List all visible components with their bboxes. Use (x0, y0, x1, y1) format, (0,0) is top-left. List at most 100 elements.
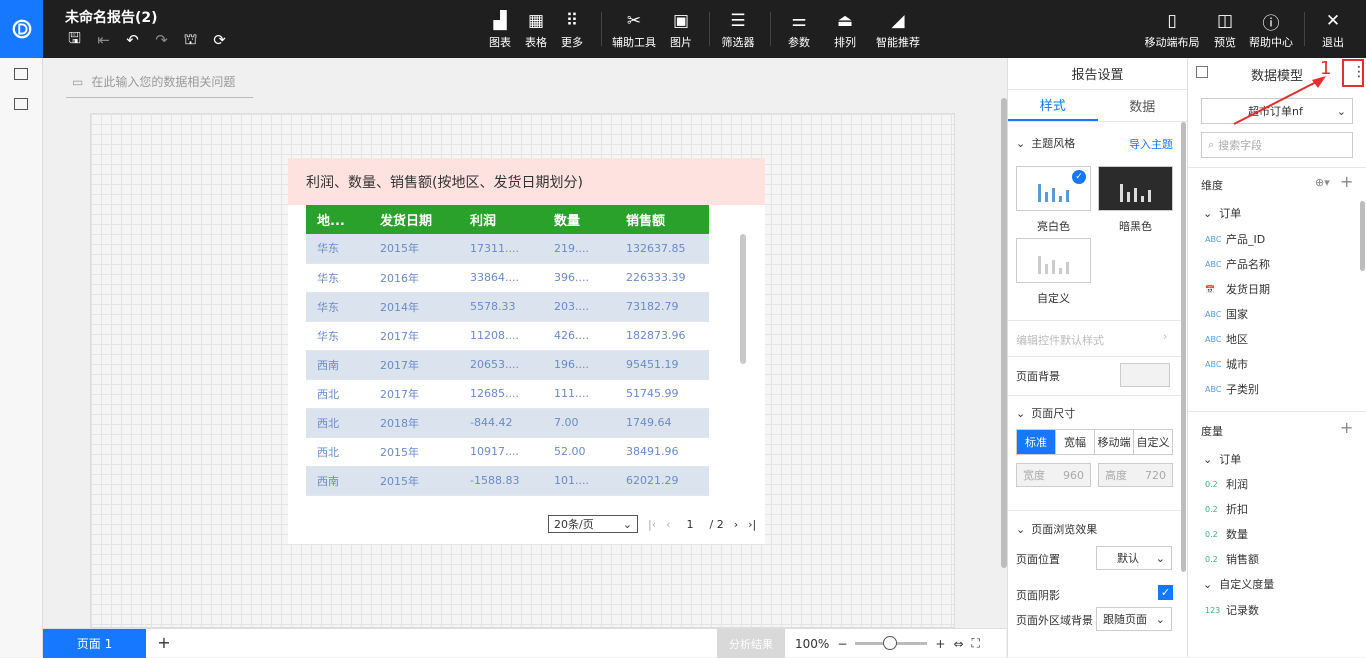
size-mobile[interactable]: 移动端 (1095, 430, 1134, 454)
table-row[interactable]: 西南 2017年 20653.... 196.... 95451.19 (306, 350, 709, 380)
column-header[interactable]: 发货日期 (369, 205, 459, 234)
page-shadow-checkbox[interactable]: ✓ (1158, 585, 1173, 600)
refresh-icon[interactable]: ⟳ (208, 30, 231, 50)
custom-measure-group[interactable]: ⌄ 自定义度量 (1203, 576, 1274, 592)
format-brush-icon[interactable]: ⛫ (179, 30, 202, 50)
outer-bg-select[interactable]: 跟随页面 ⌄ (1096, 607, 1172, 631)
table-row[interactable]: 西北 2015年 10917.... 52.00 38491.96 (306, 437, 709, 467)
table-scrollbar[interactable] (740, 234, 746, 364)
toolbar-more[interactable]: ⠿ 更多 (550, 10, 594, 50)
field-item[interactable]: 0.2 折扣 (1205, 501, 1248, 517)
width-input[interactable]: 宽度 960 (1016, 463, 1091, 487)
collapse-panel-icon[interactable] (14, 68, 28, 80)
page-size-select[interactable]: 20条/页 ⌄ (548, 515, 638, 533)
first-page-icon[interactable]: |‹ (648, 518, 656, 531)
field-item[interactable]: ABC 国家 (1205, 306, 1248, 322)
zoom-controls: 100% − + ⇔ ⛶ (795, 629, 980, 658)
browse-effect-section-header[interactable]: ⌄ 页面浏览效果 (1016, 521, 1097, 537)
add-page-button[interactable]: + (155, 633, 173, 652)
field-item[interactable]: ABC 城市 (1205, 356, 1248, 372)
add-dimension-icon[interactable]: + (1340, 172, 1353, 191)
import-theme-link[interactable]: 导入主题 (1129, 136, 1173, 152)
toolbar-image[interactable]: ▣ 图片 (659, 10, 703, 50)
zoom-slider[interactable] (855, 636, 928, 650)
size-custom[interactable]: 自定义 (1134, 430, 1172, 454)
analysis-result-button[interactable]: 分析结果 (717, 629, 785, 658)
table-row[interactable]: 华东 2015年 17311.... 219.... 132637.85 (306, 234, 709, 264)
tab-style[interactable]: 样式 (1008, 90, 1098, 121)
column-header[interactable]: 利润 (459, 205, 543, 234)
field-item[interactable]: 0.2 销售额 (1205, 551, 1259, 567)
ask-data-input[interactable]: ▭ 在此输入您的数据相关问题 (66, 66, 253, 98)
column-header[interactable]: 销售额 (615, 205, 709, 234)
table-row[interactable]: 华东 2017年 11208.... 426.... 182873.96 (306, 321, 709, 351)
next-page-icon[interactable]: › (734, 518, 738, 531)
dimension-group[interactable]: ⌄ 订单 (1203, 205, 1241, 221)
field-item[interactable]: ABC 子类别 (1205, 381, 1259, 397)
tab-data[interactable]: 数据 (1098, 90, 1188, 121)
toolbar-arrange[interactable]: ⏏ 排列 (823, 10, 867, 50)
table-row[interactable]: 西北 2018年 -844.42 7.00 1749.64 (306, 408, 709, 438)
table-row[interactable]: 西北 2017年 12685.... 111.... 51745.99 (306, 379, 709, 409)
size-standard[interactable]: 标准 (1017, 430, 1056, 454)
field-item[interactable]: ABC 产品_ID (1205, 231, 1265, 247)
field-item[interactable]: 📅 发货日期 (1205, 281, 1270, 297)
redo-icon[interactable]: ↷ (150, 30, 173, 50)
field-item[interactable]: ABC 地区 (1205, 331, 1248, 347)
theme-custom[interactable] (1016, 238, 1091, 283)
toolbar-mobile-layout[interactable]: ▯ 移动端布局 (1145, 10, 1200, 50)
toolbar-exit[interactable]: ✕ 退出 (1311, 10, 1355, 50)
prev-page-icon[interactable]: ‹ (666, 518, 670, 531)
toolbar-aux-tools[interactable]: ✂ 辅助工具 (612, 10, 656, 50)
fit-width-icon[interactable]: ⇔ (953, 637, 963, 651)
model-scrollbar[interactable] (1360, 201, 1365, 271)
undo-icon[interactable]: ↶ (121, 30, 144, 50)
save-icon[interactable]: 🖫 (63, 29, 86, 50)
toolbar-preview[interactable]: ◫ 预览 (1203, 10, 1247, 50)
back-icon[interactable]: ⇤ (92, 30, 115, 50)
add-measure-icon[interactable]: + (1340, 418, 1353, 437)
theme-dark[interactable] (1098, 166, 1173, 211)
chevron-right-icon[interactable]: › (1163, 330, 1167, 343)
size-wide[interactable]: 宽幅 (1056, 430, 1095, 454)
table-cell: 62021.29 (615, 466, 709, 496)
page-tab[interactable]: 页面 1 (43, 629, 146, 658)
field-item[interactable]: ABC 产品名称 (1205, 256, 1270, 272)
column-header[interactable]: 地... (306, 205, 369, 234)
settings-scrollbar[interactable] (1181, 122, 1186, 572)
column-header[interactable]: 数量 (543, 205, 615, 234)
toolbar-filter[interactable]: ☰ 筛选器 (716, 10, 760, 50)
fit-page-icon[interactable]: ⛶ (972, 636, 980, 651)
table-widget[interactable]: 利润、数量、销售额(按地区、发货日期划分) 地... 发货日期 利润 数量 销售… (288, 158, 765, 544)
height-input[interactable]: 高度 720 (1098, 463, 1173, 487)
toolbar-smart-recommend[interactable]: ◢ 智能推荐 (876, 10, 920, 50)
page-bg-color-picker[interactable] (1120, 363, 1170, 387)
edit-default-style[interactable]: 编辑控件默认样式 (1016, 332, 1104, 348)
field-item[interactable]: 123 记录数 (1205, 602, 1259, 618)
zoom-slider-handle[interactable] (883, 636, 898, 650)
toolbar-help[interactable]: ⓘ 帮助中心 (1249, 10, 1293, 50)
last-page-icon[interactable]: ›| (748, 518, 756, 531)
chevron-down-icon: ⌄ (1016, 406, 1026, 420)
theme-section-header[interactable]: ⌄ 主题风格 (1016, 135, 1075, 151)
page-size-section-header[interactable]: ⌄ 页面尺寸 (1016, 405, 1075, 421)
measure-group[interactable]: ⌄ 订单 (1203, 451, 1241, 467)
zoom-in-icon[interactable]: + (935, 637, 945, 651)
pagination: 20条/页 ⌄ |‹ ‹ 1 / 2 › ›| (548, 515, 756, 533)
page-position-select[interactable]: 默认 ⌄ (1096, 546, 1172, 570)
mobile-icon: ▯ (1167, 11, 1177, 31)
toolbar-params[interactable]: ⚌ 参数 (777, 10, 821, 50)
globe-icon[interactable]: ⊕▾ (1315, 176, 1330, 189)
table-list-icon[interactable] (14, 98, 28, 110)
field-item[interactable]: 0.2 数量 (1205, 526, 1248, 542)
table-row[interactable]: 西南 2015年 -1588.83 101.... 62021.29 (306, 466, 709, 496)
collapse-panel-icon[interactable] (1196, 66, 1208, 78)
field-search-input[interactable]: ⌕ 搜索字段 (1201, 132, 1353, 158)
zoom-out-icon[interactable]: − (837, 637, 847, 651)
current-page[interactable]: 1 (681, 518, 700, 531)
report-title[interactable]: 未命名报告(2) (65, 7, 158, 27)
app-logo[interactable] (0, 0, 43, 58)
table-row[interactable]: 华东 2016年 33864.... 396.... 226333.39 (306, 263, 709, 293)
table-row[interactable]: 华东 2014年 5578.33 203.... 73182.79 (306, 292, 709, 322)
field-item[interactable]: 0.2 利润 (1205, 476, 1248, 492)
